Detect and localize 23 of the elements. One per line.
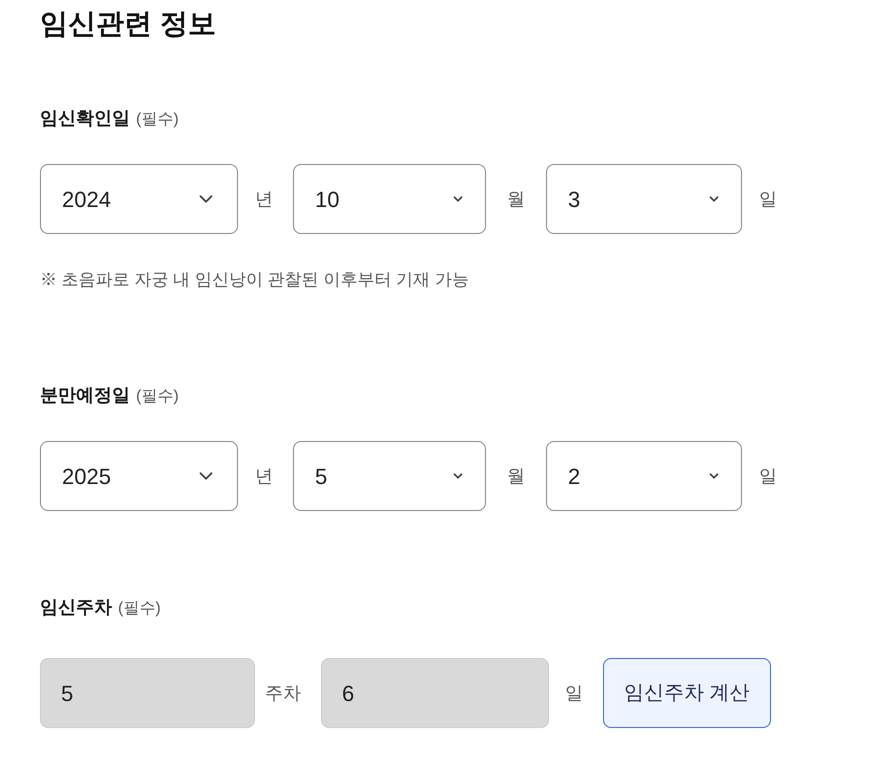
unit-label: 월 xyxy=(507,464,525,488)
month-select[interactable]: 10 xyxy=(293,164,486,234)
required-note: (필수) xyxy=(136,110,179,130)
year-select[interactable]: 2025 xyxy=(40,441,238,511)
unit-label: 일 xyxy=(759,464,777,488)
field-label: 분만예정일 xyxy=(40,384,130,407)
unit-label: 년 xyxy=(255,188,273,210)
required-note: (필수) xyxy=(118,599,161,619)
month-select[interactable]: 5 xyxy=(293,441,486,511)
unit-label: 년 xyxy=(255,464,273,488)
year-select[interactable]: 2024 xyxy=(40,164,238,234)
calculate-button[interactable]: 임신주차 계산 xyxy=(603,658,771,728)
field-label: 임신주차 xyxy=(40,596,112,619)
required-note: (필수) xyxy=(136,387,179,407)
day-select[interactable]: 2 xyxy=(546,441,742,511)
section-heading: 임신관련 정보 xyxy=(40,7,216,41)
unit-label: 일 xyxy=(565,682,583,704)
field-label: 임신확인일 xyxy=(40,107,130,130)
day-select[interactable]: 3 xyxy=(546,164,742,234)
helper-note: ※ 초음파로 자궁 내 임신낭이 관찰된 이후부터 기재 가능 xyxy=(40,269,469,291)
unit-label: 월 xyxy=(507,188,525,210)
unit-label: 주차 xyxy=(265,682,301,704)
unit-label: 일 xyxy=(759,188,777,210)
